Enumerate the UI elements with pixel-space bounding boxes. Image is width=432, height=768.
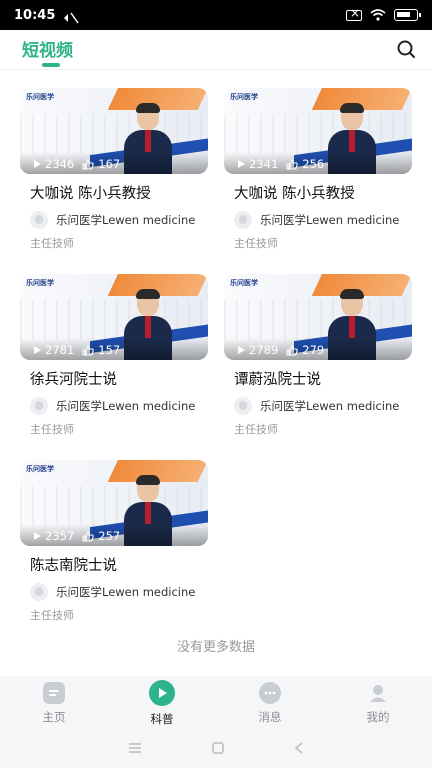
brand-logo: 乐问医学 <box>230 279 258 287</box>
status-bar: 10:45 <box>0 0 432 30</box>
like-icon <box>82 530 94 542</box>
like-icon <box>286 344 298 356</box>
video-card[interactable]: 乐问医学 2341 256 大咖说 陈小兵教授 乐问医学Lewen medici… <box>224 88 412 251</box>
like-icon <box>82 158 94 170</box>
author-name: 乐问医学Lewen medicine <box>56 399 196 413</box>
video-title[interactable]: 大咖说 陈小兵教授 <box>234 182 412 203</box>
author-role: 主任技师 <box>30 609 74 622</box>
video-card[interactable]: 乐问医学 2346 167 大咖说 陈小兵教授 乐问医学Lewen medici… <box>20 88 208 251</box>
author-role: 主任技师 <box>234 423 278 436</box>
tab-science[interactable]: 科普 <box>108 676 216 730</box>
battery-icon <box>394 9 421 21</box>
video-title[interactable]: 徐兵河院士说 <box>30 368 208 389</box>
system-nav-bar <box>0 730 432 768</box>
author-role: 主任技师 <box>30 237 74 250</box>
tab-label: 我的 <box>366 710 390 724</box>
home-nav-icon[interactable] <box>212 741 224 757</box>
author-role: 主任技师 <box>30 423 74 436</box>
status-time: 10:45 <box>14 7 56 23</box>
view-count: 2346 <box>45 157 75 171</box>
author-name: 乐问医学Lewen medicine <box>56 585 196 599</box>
mute-icon <box>63 9 80 24</box>
video-title[interactable]: 陈志南院士说 <box>30 554 208 575</box>
video-card[interactable]: 乐问医学 2357 257 陈志南院士说 乐问医学Lewen medicine … <box>20 460 208 623</box>
play-icon <box>238 346 245 354</box>
play-icon <box>34 532 41 540</box>
wifi-icon <box>370 6 386 25</box>
home-icon <box>43 682 65 704</box>
video-card[interactable]: 乐问医学 2781 157 徐兵河院士说 乐问医学Lewen medicine … <box>20 274 208 437</box>
search-icon[interactable] <box>396 39 416 59</box>
video-thumbnail[interactable]: 乐问医学 2781 157 <box>20 274 208 360</box>
author-avatar <box>234 211 252 229</box>
notification-icon <box>346 6 362 21</box>
user-icon <box>367 682 389 704</box>
author-name: 乐问医学Lewen medicine <box>56 213 196 227</box>
author-avatar <box>30 583 48 601</box>
like-count: 256 <box>302 157 325 171</box>
chat-icon <box>259 682 281 704</box>
video-thumbnail[interactable]: 乐问医学 2357 257 <box>20 460 208 546</box>
like-count: 167 <box>98 157 121 171</box>
page-title[interactable]: 短视频 <box>22 36 73 61</box>
like-count: 257 <box>98 529 121 543</box>
brand-logo: 乐问医学 <box>26 465 54 473</box>
like-count: 279 <box>302 343 325 357</box>
view-count: 2357 <box>45 529 75 543</box>
bottom-tab-bar: 主页 科普 消息 我的 <box>0 676 432 730</box>
brand-logo: 乐问医学 <box>230 93 258 101</box>
no-more-data-text: 没有更多数据 <box>176 640 255 655</box>
brand-logo: 乐问医学 <box>26 279 54 287</box>
menu-icon[interactable] <box>128 742 142 756</box>
brand-logo: 乐问医学 <box>26 93 54 101</box>
video-thumbnail[interactable]: 乐问医学 2346 167 <box>20 88 208 174</box>
tab-label: 科普 <box>150 712 174 726</box>
video-card[interactable]: 乐问医学 2789 279 谭蔚泓院士说 乐问医学Lewen medicine … <box>224 274 412 437</box>
tab-label: 消息 <box>258 710 282 724</box>
tab-messages[interactable]: 消息 <box>216 676 324 730</box>
like-icon <box>82 344 94 356</box>
author-avatar <box>30 397 48 415</box>
view-count: 2341 <box>249 157 279 171</box>
video-title[interactable]: 大咖说 陈小兵教授 <box>30 182 208 203</box>
video-thumbnail[interactable]: 乐问医学 2789 279 <box>224 274 412 360</box>
play-circle-icon <box>149 680 175 706</box>
back-icon[interactable] <box>294 741 304 757</box>
author-name: 乐问医学Lewen medicine <box>260 399 400 413</box>
tab-label: 主页 <box>42 710 66 724</box>
like-count: 157 <box>98 343 121 357</box>
author-role: 主任技师 <box>234 237 278 250</box>
title-underline <box>42 63 60 67</box>
video-title[interactable]: 谭蔚泓院士说 <box>234 368 412 389</box>
app-header: 短视频 <box>0 30 432 70</box>
author-name: 乐问医学Lewen medicine <box>260 213 400 227</box>
video-thumbnail[interactable]: 乐问医学 2341 256 <box>224 88 412 174</box>
tab-profile[interactable]: 我的 <box>324 676 432 730</box>
author-avatar <box>234 397 252 415</box>
play-icon <box>34 346 41 354</box>
view-count: 2781 <box>45 343 75 357</box>
like-icon <box>286 158 298 170</box>
play-icon <box>238 160 245 168</box>
view-count: 2789 <box>249 343 279 357</box>
tab-home[interactable]: 主页 <box>0 676 108 730</box>
play-icon <box>34 160 41 168</box>
author-avatar <box>30 211 48 229</box>
